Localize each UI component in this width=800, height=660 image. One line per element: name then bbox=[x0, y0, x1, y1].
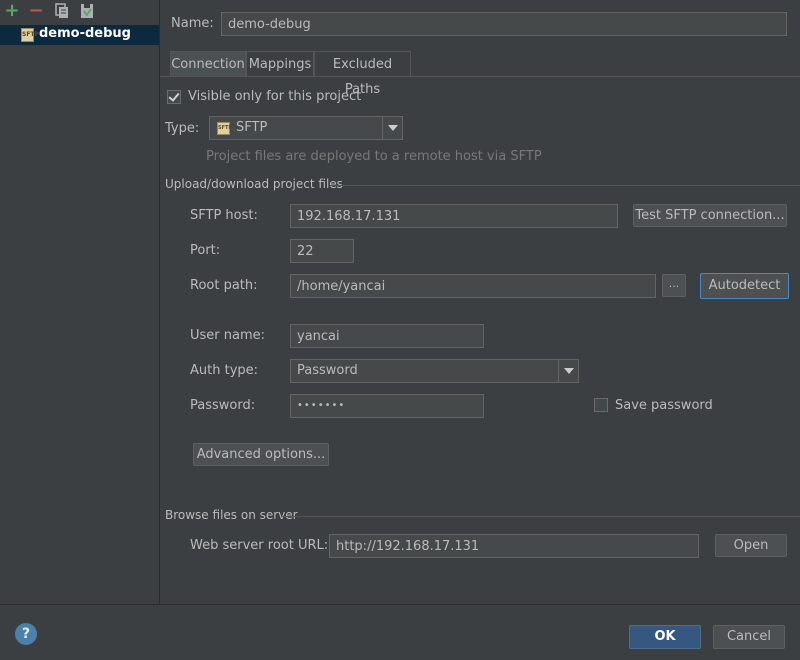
browse-root-path-button[interactable]: ... bbox=[662, 274, 686, 297]
footer-divider bbox=[0, 604, 800, 605]
browse-section-divider bbox=[282, 516, 800, 517]
plus-icon[interactable]: + bbox=[4, 2, 20, 20]
auth-type-select[interactable]: Password bbox=[290, 359, 579, 383]
cancel-button[interactable]: Cancel bbox=[713, 625, 785, 649]
browse-section-title: Browse files on server bbox=[165, 508, 298, 522]
upload-section-divider bbox=[330, 185, 800, 186]
visible-only-checkbox[interactable] bbox=[167, 90, 181, 104]
open-button[interactable]: Open bbox=[715, 534, 787, 557]
help-icon[interactable]: ? bbox=[15, 623, 37, 645]
user-name-field[interactable] bbox=[290, 324, 484, 348]
sftp-host-label: SFTP host: bbox=[190, 208, 258, 223]
server-list-panel: + − SFTP demo-debug bbox=[0, 0, 160, 604]
ok-button[interactable]: OK bbox=[629, 625, 701, 649]
port-label: Port: bbox=[190, 243, 221, 258]
minus-icon[interactable]: − bbox=[28, 2, 44, 20]
sftp-server-icon: SFTP bbox=[21, 28, 39, 42]
test-sftp-connection-button[interactable]: Test SFTP connection... bbox=[633, 204, 787, 227]
save-password-checkbox[interactable] bbox=[594, 398, 608, 412]
root-path-field[interactable] bbox=[290, 274, 656, 298]
user-name-label: User name: bbox=[190, 328, 266, 343]
web-root-url-field[interactable] bbox=[329, 534, 699, 558]
password-label: Password: bbox=[190, 398, 256, 413]
copy-icon[interactable] bbox=[54, 3, 70, 19]
type-value: SFTP bbox=[236, 120, 268, 135]
type-label: Type: bbox=[165, 121, 200, 136]
chevron-down-icon[interactable] bbox=[382, 117, 402, 139]
auth-type-value: Password bbox=[297, 363, 358, 378]
tab-divider bbox=[160, 76, 800, 77]
name-label: Name: bbox=[171, 16, 214, 31]
sftp-host-field[interactable] bbox=[290, 204, 618, 228]
auth-type-label: Auth type: bbox=[190, 363, 259, 378]
password-field[interactable]: ••••••• bbox=[290, 394, 484, 418]
sftp-icon: SFTP bbox=[217, 122, 232, 135]
web-root-url-label: Web server root URL: bbox=[190, 538, 329, 553]
tree-item-label: demo-debug bbox=[39, 26, 131, 41]
upload-section-title: Upload/download project files bbox=[165, 177, 343, 191]
save-icon[interactable] bbox=[79, 3, 95, 19]
name-field[interactable] bbox=[221, 12, 787, 36]
tab-connection[interactable]: Connection bbox=[170, 51, 246, 76]
autodetect-button[interactable]: Autodetect bbox=[700, 273, 789, 299]
chevron-down-icon[interactable] bbox=[558, 360, 578, 382]
type-hint: Project files are deployed to a remote h… bbox=[206, 149, 542, 164]
advanced-options-button[interactable]: Advanced options... bbox=[193, 443, 329, 466]
port-field[interactable] bbox=[290, 239, 354, 263]
type-select[interactable]: SFTP SFTP bbox=[209, 116, 403, 140]
tab-excluded-paths[interactable]: Excluded Paths bbox=[314, 51, 411, 97]
visible-only-label: Visible only for this project bbox=[188, 89, 362, 104]
tab-mappings[interactable]: Mappings bbox=[246, 51, 314, 76]
root-path-label: Root path: bbox=[190, 278, 258, 293]
tree-item-demo-debug[interactable]: SFTP demo-debug bbox=[0, 25, 159, 45]
save-password-label: Save password bbox=[615, 398, 713, 413]
